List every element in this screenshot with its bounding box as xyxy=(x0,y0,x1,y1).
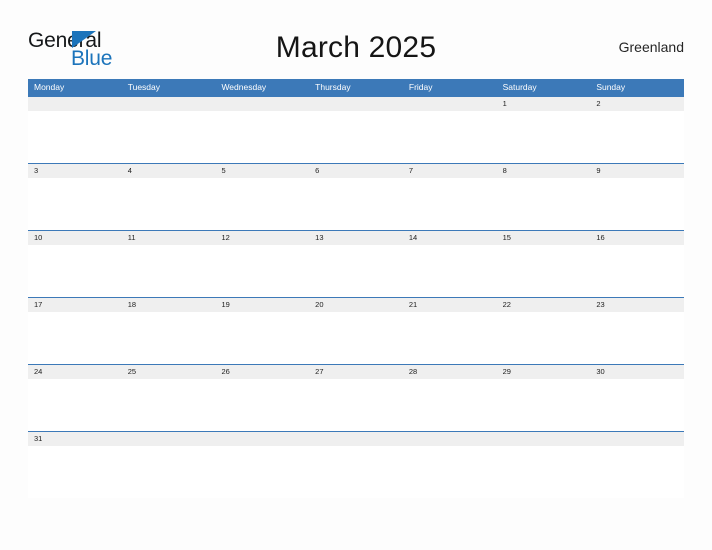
day-cell[interactable] xyxy=(215,97,309,111)
day-cell[interactable]: 2 xyxy=(590,97,684,111)
page-header: General Blue March 2025 Greenland xyxy=(28,24,684,72)
day-cell[interactable]: 22 xyxy=(497,298,591,312)
day-cell[interactable]: 16 xyxy=(590,231,684,245)
weekday-header-friday: Friday xyxy=(408,82,433,92)
week-date-band: 31 xyxy=(28,432,684,446)
day-cell[interactable]: 19 xyxy=(215,298,309,312)
day-cell[interactable]: 14 xyxy=(403,231,497,245)
day-cell[interactable]: 28 xyxy=(403,365,497,379)
day-cell[interactable]: 11 xyxy=(122,231,216,245)
week-notes-area[interactable] xyxy=(28,111,684,163)
day-cell[interactable]: 17 xyxy=(28,298,122,312)
day-cell[interactable]: 24 xyxy=(28,365,122,379)
day-cell[interactable]: 8 xyxy=(497,164,591,178)
day-cell[interactable]: 5 xyxy=(215,164,309,178)
week-notes-area[interactable] xyxy=(28,379,684,431)
day-cell[interactable]: 30 xyxy=(590,365,684,379)
day-cell[interactable]: 6 xyxy=(309,164,403,178)
weekday-header-saturday: Saturday xyxy=(502,82,537,92)
country-label-container: Greenland xyxy=(534,39,684,57)
day-cell[interactable]: 23 xyxy=(590,298,684,312)
week-notes-area[interactable] xyxy=(28,312,684,364)
day-cell[interactable] xyxy=(403,432,497,446)
day-cell[interactable]: 18 xyxy=(122,298,216,312)
day-cell[interactable]: 7 xyxy=(403,164,497,178)
calendar-page: General Blue March 2025 Greenland Monday… xyxy=(0,0,712,550)
week-date-band: 3 4 5 6 7 8 9 xyxy=(28,164,684,178)
week-date-band: 10 11 12 13 14 15 16 xyxy=(28,231,684,245)
day-cell[interactable]: 15 xyxy=(497,231,591,245)
day-cell[interactable] xyxy=(215,432,309,446)
day-cell[interactable]: 21 xyxy=(403,298,497,312)
day-cell[interactable]: 12 xyxy=(215,231,309,245)
weekday-header-row: Monday Tuesday Wednesday Thursday Friday… xyxy=(28,79,684,96)
day-cell[interactable] xyxy=(403,97,497,111)
day-cell[interactable] xyxy=(122,97,216,111)
day-cell[interactable] xyxy=(309,97,403,111)
day-cell[interactable]: 13 xyxy=(309,231,403,245)
week-notes-area[interactable] xyxy=(28,245,684,297)
week-notes-area[interactable] xyxy=(28,446,684,498)
weekday-header-sunday: Sunday xyxy=(596,82,626,92)
country-label: Greenland xyxy=(618,39,684,55)
day-cell[interactable]: 26 xyxy=(215,365,309,379)
weekday-header-tuesday: Tuesday xyxy=(127,82,161,92)
day-cell[interactable]: 3 xyxy=(28,164,122,178)
week-date-band: 1 2 xyxy=(28,97,684,111)
logo-triangle-icon xyxy=(72,31,96,48)
week-row: 1 2 xyxy=(28,96,684,163)
day-cell[interactable] xyxy=(28,97,122,111)
day-cell[interactable]: 4 xyxy=(122,164,216,178)
logo-text-blue: Blue xyxy=(71,47,113,70)
calendar-grid: Monday Tuesday Wednesday Thursday Friday… xyxy=(28,79,684,498)
weekday-header-monday: Monday xyxy=(34,82,65,92)
day-cell[interactable]: 10 xyxy=(28,231,122,245)
page-title-container: March 2025 xyxy=(178,31,534,65)
day-cell[interactable]: 31 xyxy=(28,432,122,446)
week-row: 17 18 19 20 21 22 23 xyxy=(28,297,684,364)
week-notes-area[interactable] xyxy=(28,178,684,230)
week-row: 24 25 26 27 28 29 30 xyxy=(28,364,684,431)
week-row: 10 11 12 13 14 15 16 xyxy=(28,230,684,297)
day-cell[interactable]: 9 xyxy=(590,164,684,178)
week-date-band: 24 25 26 27 28 29 30 xyxy=(28,365,684,379)
generalblue-logo[interactable]: General Blue xyxy=(28,26,178,70)
weekday-header-thursday: Thursday xyxy=(315,82,351,92)
day-cell[interactable]: 1 xyxy=(497,97,591,111)
week-date-band: 17 18 19 20 21 22 23 xyxy=(28,298,684,312)
day-cell[interactable]: 29 xyxy=(497,365,591,379)
week-row: 3 4 5 6 7 8 9 xyxy=(28,163,684,230)
day-cell[interactable] xyxy=(497,432,591,446)
day-cell[interactable] xyxy=(122,432,216,446)
day-cell[interactable]: 27 xyxy=(309,365,403,379)
day-cell[interactable]: 20 xyxy=(309,298,403,312)
page-title: March 2025 xyxy=(275,31,437,64)
weekday-header-wednesday: Wednesday xyxy=(221,82,267,92)
day-cell[interactable] xyxy=(590,432,684,446)
day-cell[interactable]: 25 xyxy=(122,365,216,379)
day-cell[interactable] xyxy=(309,432,403,446)
week-row: 31 xyxy=(28,431,684,498)
